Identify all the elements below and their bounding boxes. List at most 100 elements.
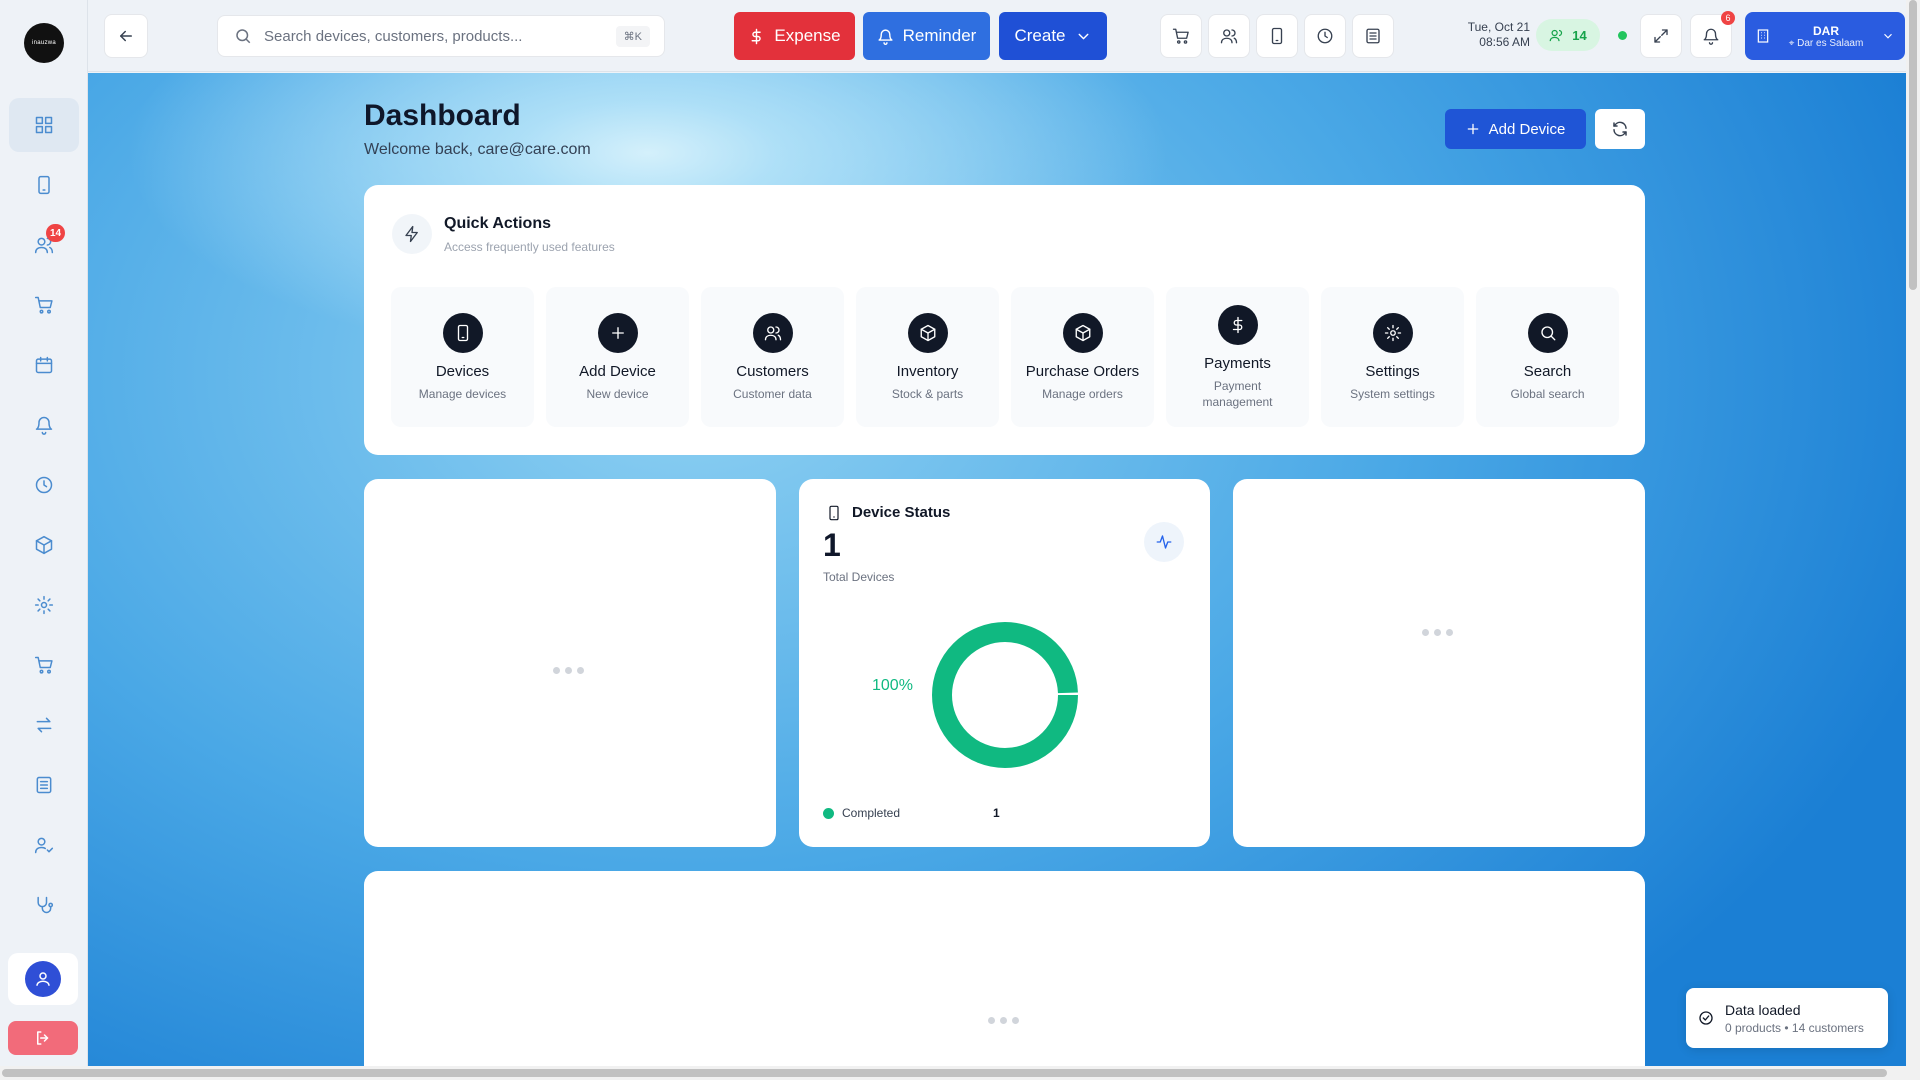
avatar: [25, 961, 61, 997]
fullscreen-button[interactable]: [1640, 14, 1682, 58]
sidebar-item-inventory[interactable]: [9, 518, 79, 572]
create-label: Create: [1014, 26, 1066, 45]
sidebar-item-dashboard[interactable]: [9, 98, 79, 152]
bell-icon: [1703, 28, 1719, 45]
online-users-count: 14: [1572, 27, 1587, 43]
back-button[interactable]: [104, 14, 148, 58]
register-icon: [1366, 28, 1380, 44]
add-device-button[interactable]: Add Device: [1445, 109, 1586, 149]
quick-action-title: Purchase Orders: [1025, 362, 1140, 380]
current-datetime: Tue, Oct 21 08:56 AM: [1448, 20, 1530, 50]
logout-button[interactable]: [8, 1021, 78, 1055]
quick-actions-title: Quick Actions: [444, 215, 551, 232]
sidebar-item-employees[interactable]: [9, 818, 79, 872]
reminder-button[interactable]: Reminder: [863, 12, 990, 60]
data-loaded-toast: Data loaded 0 products • 14 customers: [1686, 988, 1888, 1048]
sidebar-item-calendar[interactable]: [9, 338, 79, 392]
horizontal-scrollbar[interactable]: [0, 1066, 1906, 1080]
devices-shortcut-button[interactable]: [1256, 14, 1298, 58]
gear-icon: [34, 595, 54, 615]
sidebar-item-history[interactable]: [9, 458, 79, 512]
quick-action-subtitle: Global search: [1510, 386, 1585, 401]
quick-action-title: Settings: [1365, 362, 1420, 380]
history-shortcut-button[interactable]: [1304, 14, 1346, 58]
sidebar-item-sales[interactable]: [9, 638, 79, 692]
refresh-button[interactable]: [1595, 109, 1645, 149]
quick-action-icon-badge: [1062, 312, 1103, 353]
page-title: Dashboard: [364, 99, 521, 132]
sidebar-item-customers[interactable]: 14: [9, 218, 79, 272]
sidebar-item-devices[interactable]: [9, 158, 79, 212]
notification-count-badge: 6: [1721, 11, 1735, 25]
pos-shortcut-button[interactable]: [1160, 14, 1202, 58]
donut-percent-label: 100%: [872, 677, 913, 694]
loading-widget: [1233, 479, 1645, 847]
sidebar-item-transfers[interactable]: [9, 698, 79, 752]
main-content: Dashboard Welcome back, care@care.com Ad…: [88, 73, 1906, 1066]
reminder-label: Reminder: [902, 26, 977, 45]
branch-city-text: Dar es Salaam: [1797, 37, 1864, 49]
sidebar-item-settings[interactable]: [9, 578, 79, 632]
quick-action-devices[interactable]: Devices Manage devices: [391, 287, 534, 427]
phone-icon: [1271, 27, 1283, 45]
profile-button[interactable]: [8, 953, 78, 1005]
expense-button[interactable]: Expense: [734, 12, 855, 60]
calendar-icon: [35, 356, 53, 374]
quick-action-title: Devices: [435, 362, 490, 380]
loading-indicator: [553, 667, 584, 674]
horizontal-scrollbar-thumb[interactable]: [2, 1069, 1887, 1077]
gear-icon: [1384, 324, 1401, 341]
quick-action-subtitle: Manage devices: [418, 386, 507, 401]
device-status-header: Device Status: [826, 504, 950, 521]
sidebar-item-notifications[interactable]: [9, 398, 79, 452]
quick-action-subtitle: Customer data: [733, 386, 812, 401]
users-icon: [1549, 29, 1563, 41]
quick-action-subtitle: Payment management: [1202, 378, 1273, 409]
branch-city: ⌖ Dar es Salaam: [1788, 37, 1864, 49]
quick-action-icon-badge: [1372, 312, 1413, 353]
sidebar-item-register[interactable]: [9, 758, 79, 812]
quick-action-subtitle: Manage orders: [1042, 386, 1123, 401]
legend-value: 1: [993, 806, 1000, 820]
cart-icon: [34, 296, 53, 314]
customers-shortcut-button[interactable]: [1208, 14, 1250, 58]
register-shortcut-button[interactable]: [1352, 14, 1394, 58]
activity-button[interactable]: [1144, 522, 1184, 562]
quick-action-inventory[interactable]: Inventory Stock & parts: [856, 287, 999, 427]
quick-action-add-device[interactable]: Add Device New device: [546, 287, 689, 427]
device-status-title: Device Status: [852, 504, 951, 521]
sidebar-item-diagnostics[interactable]: [9, 878, 79, 932]
sidebar-item-pos[interactable]: [9, 278, 79, 332]
total-devices-value: 1: [823, 527, 841, 563]
customers-count-badge: 14: [46, 224, 66, 242]
loading-widget-wide: [364, 871, 1645, 1066]
quick-action-search[interactable]: Search Global search: [1476, 287, 1619, 427]
plus-icon: [611, 326, 624, 339]
donut-slice-completed[interactable]: [932, 622, 1078, 768]
phone-icon: [457, 324, 468, 341]
phone-icon: [38, 175, 50, 195]
vertical-scrollbar-thumb[interactable]: [1909, 0, 1917, 290]
sidebar-nav: 14: [0, 98, 88, 938]
brand-logo[interactable]: inauzwa: [24, 23, 64, 63]
online-users-pill[interactable]: 14: [1536, 19, 1600, 51]
phone-icon: [829, 505, 839, 520]
branch-info: DAR ⌖ Dar es Salaam: [1771, 24, 1881, 49]
quick-action-purchase-orders[interactable]: Purchase Orders Manage orders: [1011, 287, 1154, 427]
quick-actions-subtitle: Access frequently used features: [444, 240, 615, 254]
search-input[interactable]: [264, 27, 616, 45]
quick-actions-badge: [392, 214, 432, 254]
branch-selector[interactable]: DAR ⌖ Dar es Salaam: [1745, 12, 1905, 60]
transfer-icon: [36, 717, 52, 733]
toast-message: 0 products • 14 customers: [1725, 1020, 1864, 1035]
branch-name: DAR: [1813, 23, 1839, 38]
create-button[interactable]: Create: [999, 12, 1107, 60]
vertical-scrollbar[interactable]: [1906, 0, 1920, 1080]
notifications-button[interactable]: 6: [1690, 11, 1735, 58]
quick-action-customers[interactable]: Customers Customer data: [701, 287, 844, 427]
quick-action-subtitle: System settings: [1350, 386, 1435, 401]
bell-icon: [878, 28, 893, 45]
quick-action-payments[interactable]: Payments Payment management: [1166, 287, 1309, 427]
quick-action-settings[interactable]: Settings System settings: [1321, 287, 1464, 427]
plus-icon: [1467, 123, 1478, 135]
